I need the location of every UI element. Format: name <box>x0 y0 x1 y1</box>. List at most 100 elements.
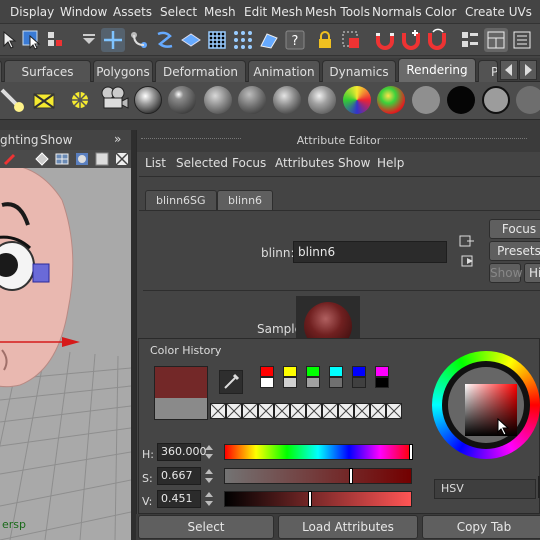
blinn-sphere-icon[interactable] <box>168 86 196 114</box>
magnet-rotate-icon[interactable] <box>425 28 449 52</box>
menu-mesh-tools[interactable]: Mesh Tools <box>305 5 370 19</box>
dropdown-arrow-icon[interactable] <box>77 28 101 52</box>
palette-swatch[interactable] <box>260 377 274 388</box>
color-mode-dropdown[interactable]: HSV <box>434 479 536 499</box>
empty-history-cell[interactable] <box>386 403 402 419</box>
eyedropper-icon[interactable] <box>219 370 243 394</box>
saturation-field[interactable]: 0.667 <box>157 467 201 485</box>
flat-sphere-icon[interactable] <box>516 86 540 114</box>
lambert-sphere-icon[interactable] <box>204 86 232 114</box>
saturation-slider[interactable] <box>224 468 412 484</box>
saturation-slider-handle[interactable] <box>349 468 353 484</box>
palette-swatch[interactable] <box>260 366 274 377</box>
load-attributes-button[interactable]: Load Attributes <box>278 515 418 539</box>
empty-history-cell[interactable] <box>242 403 258 419</box>
outline-sphere-icon[interactable] <box>482 86 510 114</box>
value-slider-handle[interactable] <box>308 491 312 507</box>
layered-sphere-icon[interactable] <box>308 86 336 114</box>
snap-curve-icon[interactable] <box>127 28 151 52</box>
snap-surface-icon[interactable] <box>179 28 203 52</box>
hue-spinner-icon[interactable] <box>203 443 215 461</box>
palette-swatch[interactable] <box>375 377 389 388</box>
tab-dynamics[interactable]: Dynamics <box>322 60 396 82</box>
empty-history-cell[interactable] <box>338 403 354 419</box>
point-light-icon[interactable] <box>66 86 94 114</box>
menu-lighting[interactable]: ghting <box>0 133 38 147</box>
select-object-icon[interactable] <box>20 28 44 52</box>
value-slider[interactable] <box>224 491 412 507</box>
black-sphere-icon[interactable] <box>447 86 475 114</box>
menu-window[interactable]: Window <box>60 5 107 19</box>
palette-swatch[interactable] <box>352 366 366 377</box>
lasso-object-icon[interactable] <box>44 28 68 52</box>
tab-blinn6[interactable]: blinn6 <box>217 190 274 210</box>
palette-swatch[interactable] <box>283 377 297 388</box>
palette-swatch[interactable] <box>352 377 366 388</box>
shaded-icon[interactable] <box>74 151 90 167</box>
magnet-icon[interactable] <box>373 28 397 52</box>
tab-blinn6sg[interactable]: blinn6SG <box>145 190 217 210</box>
menu-assets[interactable]: Assets <box>113 5 152 19</box>
tab-deformation[interactable]: Deformation <box>155 60 246 82</box>
empty-history-cell[interactable] <box>354 403 370 419</box>
hue-field[interactable]: 360.000 <box>157 443 207 461</box>
snap-grid-icon[interactable] <box>205 28 229 52</box>
palette-swatch[interactable] <box>329 366 343 377</box>
empty-history-cell[interactable] <box>306 403 322 419</box>
xray-icon[interactable] <box>114 151 130 167</box>
hide-button[interactable]: Hi <box>524 263 540 283</box>
color-compare-swatch[interactable] <box>154 366 208 420</box>
textured-icon[interactable] <box>94 151 110 167</box>
show-button[interactable]: Show <box>489 263 522 283</box>
menu-help[interactable]: Help <box>377 156 404 170</box>
menu-create-uvs[interactable]: Create UVs <box>465 5 532 19</box>
focus-button[interactable]: Focus <box>489 219 540 239</box>
shelf-scroll-left-icon[interactable] <box>500 60 518 80</box>
menu-focus[interactable]: Focus <box>232 156 266 170</box>
hue-color-wheel[interactable] <box>432 351 540 459</box>
chrome-sphere-icon[interactable] <box>134 86 162 114</box>
shelf-tab-edge[interactable] <box>0 60 2 82</box>
menu-show[interactable]: Show <box>40 133 72 147</box>
menu-normals[interactable]: Normals <box>372 5 422 19</box>
hue-slider[interactable] <box>224 444 413 460</box>
tab-rendering[interactable]: Rendering <box>398 58 476 82</box>
grey-sphere-icon[interactable] <box>412 86 440 114</box>
outliner-icon[interactable] <box>458 28 482 52</box>
snap-view-plane-icon[interactable] <box>257 28 281 52</box>
menu-attributes[interactable]: Attributes <box>275 156 334 170</box>
menu-show[interactable]: Show <box>338 156 370 170</box>
grid-toggle-icon[interactable] <box>54 151 70 167</box>
empty-history-cell[interactable] <box>290 403 306 419</box>
hue-slider-handle[interactable] <box>409 444 413 460</box>
input-connection-icon[interactable] <box>459 234 475 248</box>
select-button[interactable]: Select <box>138 515 274 539</box>
menu-overflow-icon[interactable]: » <box>114 132 121 146</box>
empty-history-cell[interactable] <box>370 403 386 419</box>
title-grip-right[interactable] <box>377 138 527 140</box>
tab-truncated[interactable]: P <box>478 60 498 82</box>
help-icon[interactable]: ? <box>283 28 307 52</box>
tab-animation[interactable]: Animation <box>248 60 320 82</box>
magnet-plus-icon[interactable] <box>399 28 423 52</box>
empty-history-cell[interactable] <box>226 403 242 419</box>
menu-selected[interactable]: Selected <box>176 156 228 170</box>
tab-surfaces[interactable]: Surfaces <box>4 60 91 82</box>
empty-history-cell[interactable] <box>274 403 290 419</box>
value-field[interactable]: 0.451 <box>157 490 201 508</box>
menu-select[interactable]: Select <box>160 5 197 19</box>
area-light-icon[interactable] <box>30 86 58 114</box>
tab-polygons[interactable]: Polygons <box>93 60 153 82</box>
snap-vertex-icon[interactable] <box>231 28 255 52</box>
empty-history-cell[interactable] <box>258 403 274 419</box>
shelf-scroll-right-icon[interactable] <box>519 60 537 80</box>
spot-light-icon[interactable] <box>0 86 28 114</box>
value-spinner-icon[interactable] <box>203 490 215 508</box>
empty-history-cell[interactable] <box>210 403 226 419</box>
copy-tab-button[interactable]: Copy Tab <box>422 515 540 539</box>
empty-history-cell[interactable] <box>322 403 338 419</box>
palette-swatch[interactable] <box>306 366 320 377</box>
menu-display[interactable]: Display <box>10 5 54 19</box>
ramp-sphere-icon[interactable] <box>343 86 371 114</box>
snap-edge-icon[interactable] <box>153 28 177 52</box>
